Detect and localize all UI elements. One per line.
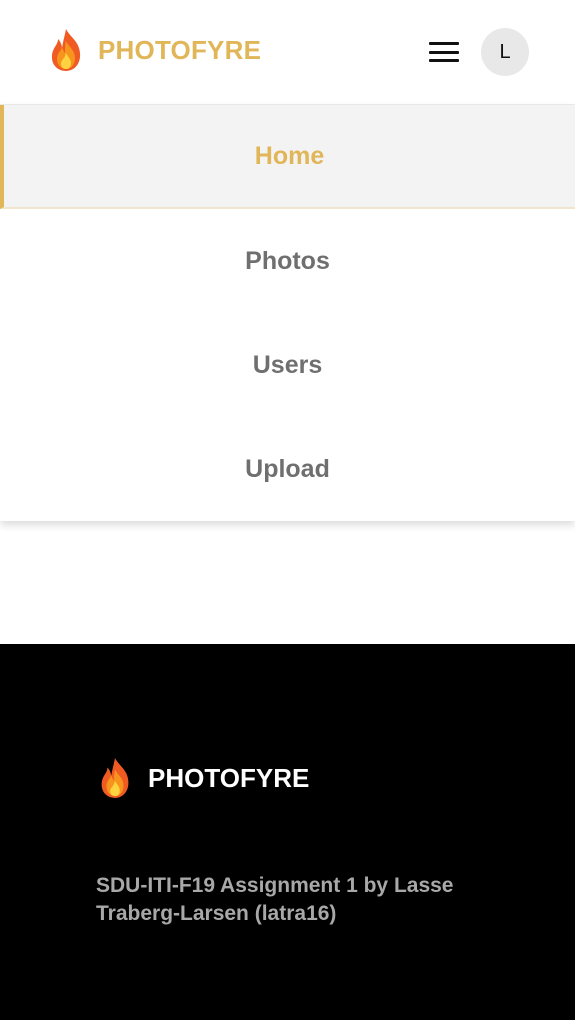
nav-item-photos[interactable]: Photos xyxy=(0,209,575,313)
brand-name: PHOTOFYRE xyxy=(98,34,262,65)
user-avatar[interactable]: L xyxy=(481,28,529,76)
menu-line xyxy=(429,50,459,54)
page: PHOTOFYRE L Home Photos Users Upload PHO… xyxy=(0,0,575,1020)
nav-item-users[interactable]: Users xyxy=(0,313,575,417)
fire-icon xyxy=(51,29,81,71)
footer-credit-text: SDU-ITI-F19 Assignment 1 by Lasse Traber… xyxy=(96,874,454,925)
fire-icon xyxy=(101,758,129,798)
footer-brand: PHOTOFYRE xyxy=(96,756,309,800)
nav-menu: Home Photos Users Upload xyxy=(0,105,575,521)
brand-link[interactable]: PHOTOFYRE xyxy=(46,26,261,74)
page-footer: PHOTOFYRE SDU-ITI-F19 Assignment 1 by La… xyxy=(0,644,575,1020)
nav-item-upload[interactable]: Upload xyxy=(0,417,575,521)
top-header: PHOTOFYRE L xyxy=(0,0,575,105)
hamburger-menu-icon[interactable] xyxy=(426,38,462,66)
footer-brand-name: PHOTOFYRE xyxy=(148,762,310,793)
menu-line xyxy=(429,59,459,62)
nav-item-home[interactable]: Home xyxy=(0,105,575,209)
menu-line xyxy=(429,42,459,45)
